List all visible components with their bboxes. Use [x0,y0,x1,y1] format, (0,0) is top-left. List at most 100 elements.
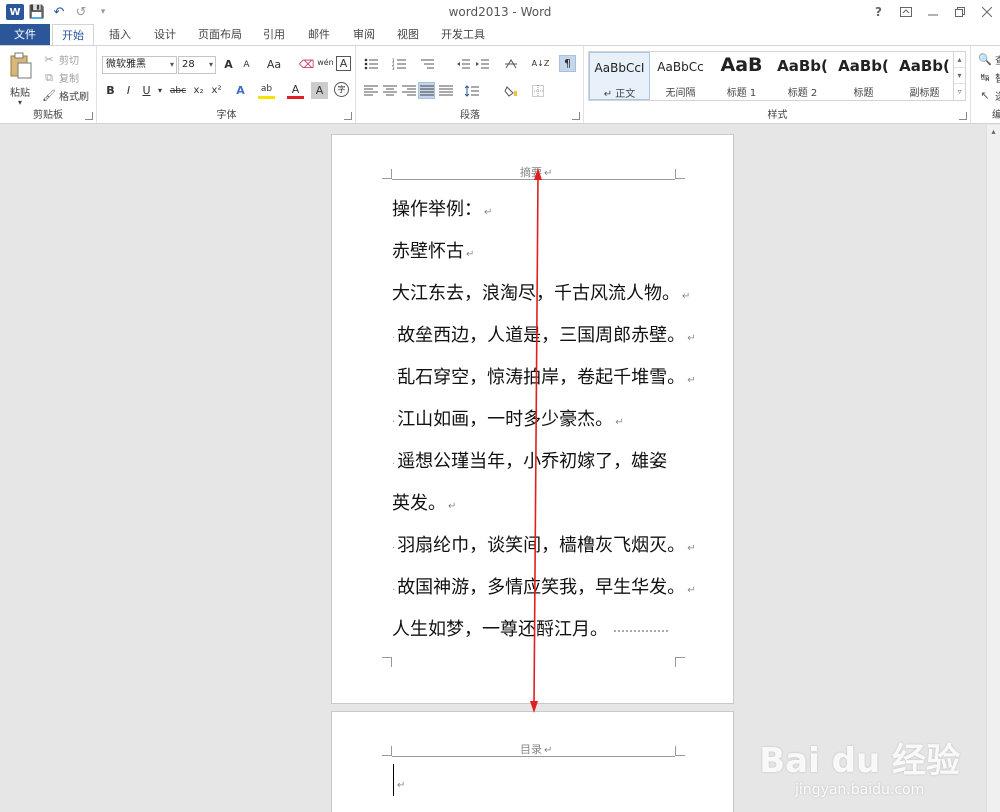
enclose-characters-icon[interactable]: 字 [334,82,349,97]
superscript-icon[interactable]: x² [208,82,225,99]
style-no-spacing[interactable]: AaBbCc 无间隔 [650,52,711,100]
help-button[interactable]: ? [865,0,892,24]
font-size-combo[interactable]: 28 ▾ [178,56,216,74]
tab-file[interactable]: 文件 [0,24,50,45]
replace-button[interactable]: ↹替 [978,70,1000,85]
strikethrough-icon[interactable]: abc [168,82,188,99]
tab-view[interactable]: 视图 [388,24,428,45]
font-name-combo[interactable]: 微软雅黑 ▾ [102,56,177,74]
ribbon: 粘贴 ▾ ✂ 剪切 ⧉ 复制 🖌 格式刷 剪贴板 微软雅黑 ▾ 28 ▾ A A Aa ⌫… [0,45,1000,124]
line-spacing-icon[interactable] [463,82,480,99]
tab-mailings[interactable]: 邮件 [300,24,338,45]
paragraph[interactable]: 大江东去，浪淘尽，千古风流人物。 ↵ [392,273,712,315]
shading-icon[interactable] [502,82,519,99]
sort-icon[interactable]: A↓Z [532,55,550,72]
ribbon-tab-row: 文件 开始 插入 设计 页面布局 引用 邮件 审阅 视图 开发工具 [0,24,1000,46]
paragraph[interactable]: 人生如梦，一尊还酹江月。 [392,609,712,651]
change-case-icon[interactable]: Aa [262,56,286,73]
phonetic-guide-icon[interactable]: wén [317,54,334,71]
style-normal[interactable]: AaBbCcI ↵ 正文 [589,52,650,100]
document-workspace[interactable]: 摘要 ↵ 操作举例： ↵ 赤壁怀古 ↵ 大江东去，浪淘尽，千古风流人物。 ↵ · 故垒西边… [0,125,1000,812]
asian-layout-icon[interactable] [502,55,519,72]
replace-icon: ↹ [980,71,990,84]
tab-references[interactable]: 引用 [255,24,293,45]
style-subtitle[interactable]: AaBb( 副标题 [894,52,955,100]
find-button[interactable]: 🔍查 [978,52,1000,67]
highlight-color-icon[interactable]: ab [258,82,275,99]
paragraph[interactable]: · 遥想公瑾当年，小乔初嫁了，雄姿 [392,441,712,483]
numbering-icon[interactable]: 123 [390,55,407,72]
clipboard-launcher-icon[interactable] [85,112,93,120]
bold-icon[interactable]: B [102,82,119,99]
paragraph-launcher-icon[interactable] [572,112,580,120]
paragraph[interactable]: · 江山如画，一时多少豪杰。 ↵ [392,399,712,441]
find-icon: 🔍 [978,53,992,66]
multilevel-list-icon[interactable] [418,55,435,72]
paste-icon [8,52,32,83]
font-color-icon[interactable]: A [287,82,304,99]
watermark-url: jingyan.baidu.com [795,782,925,798]
gallery-more-icon[interactable]: ▿ [954,84,965,100]
clear-formatting-icon[interactable]: ⌫ [298,56,315,73]
underline-dropdown-icon[interactable]: ▾ [155,82,165,99]
watermark: Bai du 经验 jingyan.baidu.com [759,733,960,798]
paragraph[interactable]: 操作举例： ↵ [392,189,712,231]
tab-page-layout[interactable]: 页面布局 [190,24,250,45]
align-right-icon[interactable] [400,82,417,99]
scroll-up-icon[interactable]: ▴ [987,125,1000,139]
tab-home[interactable]: 开始 [52,24,94,46]
select-button[interactable]: ↖选 [978,88,1000,103]
gallery-up-icon[interactable]: ▴ [954,52,965,68]
page-2[interactable]: 目录 ↵ ↵ [331,711,734,812]
show-formatting-marks-icon[interactable]: ¶ [559,55,576,72]
justify-icon[interactable] [418,82,435,99]
subscript-icon[interactable]: x₂ [190,82,207,99]
character-border-icon[interactable]: A [336,56,351,71]
grow-font-icon[interactable]: A [220,56,237,73]
text-cursor [393,764,394,796]
style-heading-2[interactable]: AaBb( 标题 2 [772,52,833,100]
tab-developer[interactable]: 开发工具 [434,24,492,45]
italic-icon[interactable]: I [120,82,137,99]
style-title[interactable]: AaBb( 标题 [833,52,894,100]
font-launcher-icon[interactable] [344,112,352,120]
paragraph[interactable]: · 故垒西边，人道是，三国周郎赤壁。 ↵ [392,315,712,357]
cut-button[interactable]: ✂ 剪切 [42,52,79,67]
page-1[interactable]: 摘要 ↵ 操作举例： ↵ 赤壁怀古 ↵ 大江东去，浪淘尽，千古风流人物。 ↵ · 故垒西边… [331,134,734,704]
bullets-icon[interactable] [362,55,379,72]
copy-button[interactable]: ⧉ 复制 [42,70,79,86]
tab-review[interactable]: 审阅 [345,24,383,45]
character-shading-icon[interactable]: A [311,82,328,99]
gallery-down-icon[interactable]: ▾ [954,68,965,84]
paragraph[interactable]: · 乱石穿空，惊涛拍岸，卷起千堆雪。 ↵ [392,357,712,399]
underline-icon[interactable]: U [138,82,155,99]
paragraph[interactable]: · 羽扇纶巾，谈笑间，樯橹灰飞烟灭。 ↵ [392,525,712,567]
close-icon[interactable] [973,0,1000,24]
document-body[interactable]: 操作举例： ↵ 赤壁怀古 ↵ 大江东去，浪淘尽，千古风流人物。 ↵ · 故垒西边，人道是… [392,189,712,651]
restore-icon[interactable] [946,0,973,24]
vertical-scrollbar[interactable]: ▴ [986,125,1000,812]
page-header[interactable]: 摘要 ↵ [520,164,552,180]
minimize-icon[interactable] [919,0,946,24]
distributed-icon[interactable] [437,82,454,99]
paragraph[interactable]: 英发。 ↵ [392,483,712,525]
select-icon: ↖ [980,89,990,102]
increase-indent-icon[interactable] [473,55,490,72]
tab-insert[interactable]: 插入 [100,24,140,45]
page-header[interactable]: 目录 ↵ [520,741,552,757]
style-heading-1[interactable]: AaB 标题 1 [711,52,772,100]
decrease-indent-icon[interactable] [454,55,471,72]
tab-design[interactable]: 设计 [145,24,185,45]
ribbon-display-options-icon[interactable] [892,0,919,24]
borders-icon[interactable] [529,82,546,99]
align-left-icon[interactable] [362,82,379,99]
paragraph[interactable]: · 故国神游，多情应笑我，早生华发。 ↵ [392,567,712,609]
align-center-icon[interactable] [381,82,398,99]
text-effects-icon[interactable]: A [232,82,249,99]
paragraph[interactable]: 赤壁怀古 ↵ [392,231,712,273]
paste-button[interactable]: 粘贴 ▾ [8,52,32,107]
copy-icon: ⧉ [45,70,53,84]
styles-launcher-icon[interactable] [959,112,967,120]
format-painter-button[interactable]: 🖌 格式刷 [42,88,89,103]
shrink-font-icon[interactable]: A [238,56,255,73]
